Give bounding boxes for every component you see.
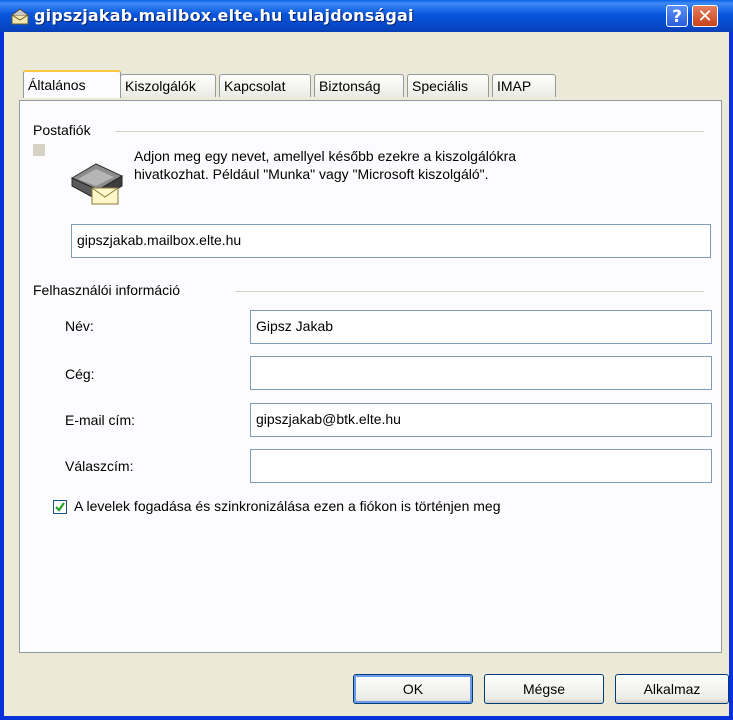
tab-advanced[interactable]: Speciális	[407, 74, 489, 97]
email-label: E-mail cím:	[65, 412, 135, 428]
help-button[interactable]: ?	[666, 5, 688, 27]
close-button[interactable]: ✕	[692, 5, 718, 27]
company-label: Cég:	[65, 366, 95, 382]
reply-address-label: Válaszcím:	[65, 458, 134, 474]
focus-marker	[33, 144, 45, 156]
name-label: Név:	[65, 318, 94, 334]
email-input[interactable]: gipszjakab@btk.elte.hu	[250, 403, 712, 437]
sync-checkbox-label[interactable]: A levelek fogadása és szinkronizálása ez…	[74, 498, 500, 514]
group-divider	[116, 131, 704, 132]
reply-address-input[interactable]	[250, 449, 712, 483]
cancel-button[interactable]: Mégse	[484, 674, 604, 704]
group-divider	[236, 291, 704, 292]
apply-button[interactable]: Alkalmaz	[615, 674, 729, 704]
mail-account-icon	[11, 8, 29, 25]
title-bar[interactable]: gipszjakab.mailbox.elte.hu tulajdonságai…	[0, 0, 733, 32]
account-description: Adjon meg egy nevet, amellyel később eze…	[134, 148, 517, 182]
tab-imap[interactable]: IMAP	[492, 74, 556, 97]
tab-security[interactable]: Biztonság	[314, 74, 404, 97]
company-input[interactable]	[250, 356, 712, 390]
tab-servers[interactable]: Kiszolgálók	[120, 74, 216, 97]
properties-dialog: gipszjakab.mailbox.elte.hu tulajdonságai…	[0, 0, 733, 720]
user-info-group-label: Felhasználói információ	[33, 282, 187, 298]
checkmark-icon	[55, 502, 65, 512]
window-title: gipszjakab.mailbox.elte.hu tulajdonságai	[34, 6, 414, 25]
tab-general[interactable]: Általános	[23, 70, 121, 98]
mail-server-icon	[70, 163, 124, 205]
ok-button[interactable]: OK	[353, 674, 473, 704]
tab-connection[interactable]: Kapcsolat	[219, 74, 311, 97]
name-input[interactable]: Gipsz Jakab	[250, 310, 712, 344]
account-name-input[interactable]: gipszjakab.mailbox.elte.hu	[71, 224, 711, 258]
sync-checkbox[interactable]	[53, 500, 67, 514]
mail-account-group-label: Postafiók	[33, 122, 97, 138]
